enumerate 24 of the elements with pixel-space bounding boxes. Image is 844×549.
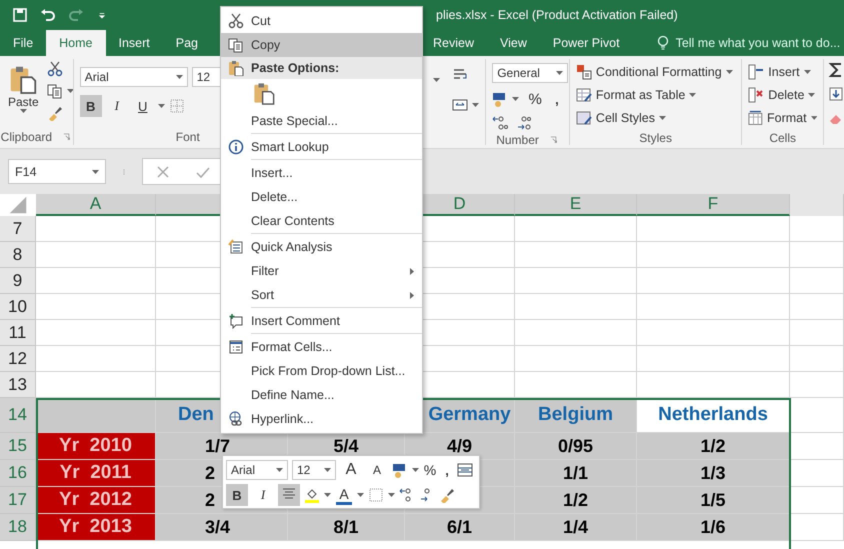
column-heading: Belgium bbox=[515, 398, 637, 433]
table-cell: 0/95 bbox=[515, 433, 637, 460]
group-label: Styles bbox=[639, 131, 672, 145]
year-label: Yr 2013 bbox=[36, 514, 156, 541]
year-label: Yr 2012 bbox=[36, 487, 156, 514]
group-label: Clipboard bbox=[0, 130, 52, 144]
table-cell: 1/1 bbox=[515, 460, 637, 487]
window-title: plies.xlsx - Excel (Product Activation Failed) bbox=[436, 8, 678, 22]
year-label: Yr 2010 bbox=[36, 433, 156, 460]
table-cell: 1/2 bbox=[637, 433, 790, 460]
table-cell: 6/1 bbox=[405, 514, 515, 541]
table-cell: 1/6 bbox=[637, 514, 790, 541]
table-cell: 1/4 bbox=[515, 514, 637, 541]
table-cell: 1/2 bbox=[515, 487, 637, 514]
menu-header: Paste Options: bbox=[221, 57, 422, 79]
group-label: Number bbox=[496, 133, 539, 145]
group-label: Cells bbox=[769, 131, 796, 145]
year-label: Yr 2011 bbox=[36, 460, 156, 487]
table-cell: 1/3 bbox=[637, 460, 790, 487]
font-color-letter: A bbox=[339, 486, 349, 502]
table-cell: 1/5 bbox=[637, 487, 790, 514]
group-label: Font bbox=[176, 130, 200, 144]
table-cell: 8/1 bbox=[288, 514, 405, 541]
table-cell: 3/4 bbox=[156, 514, 288, 541]
